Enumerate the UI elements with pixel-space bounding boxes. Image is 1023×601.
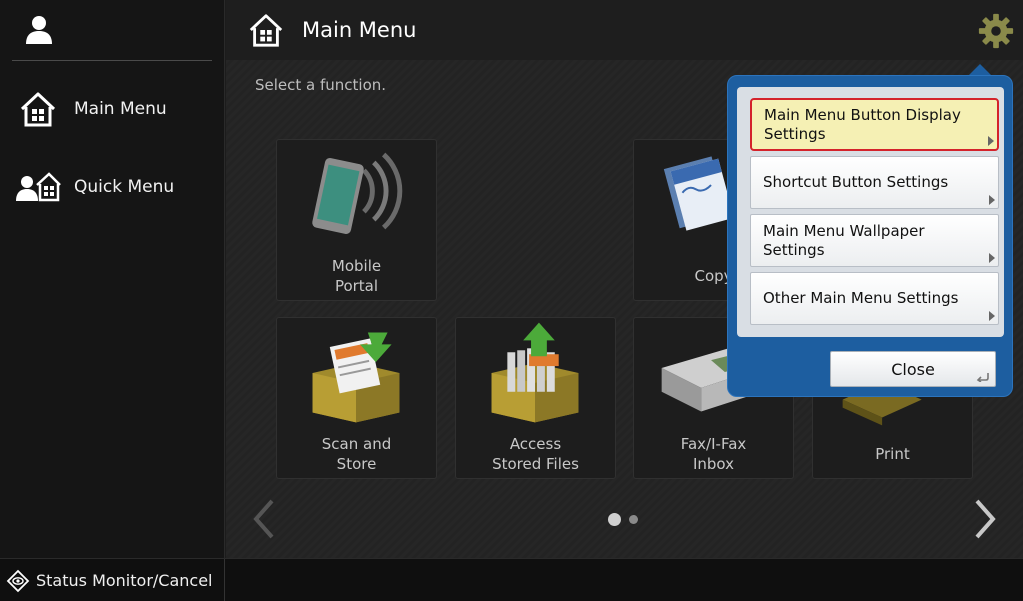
menu-item-label-line: Settings	[764, 124, 826, 143]
menu-item-label: Shortcut Button Settings	[763, 173, 949, 191]
user-area[interactable]	[0, 0, 224, 60]
scan-store-icon	[312, 332, 400, 423]
home-icon	[246, 10, 286, 50]
return-arrow-icon	[976, 373, 989, 382]
header: Main Menu	[226, 0, 1023, 60]
menu-item-label: Main Menu Button Display Settings	[764, 106, 961, 144]
tile-scan-and-store[interactable]: Scan and Store	[276, 317, 437, 479]
tile-label: Scan and	[321, 435, 392, 453]
sidebar-item-label: Main Menu	[74, 99, 167, 119]
menu-item-label: Other Main Menu Settings	[763, 289, 959, 307]
quick-menu-icon	[14, 163, 62, 211]
sidebar-item-main-menu[interactable]: Main Menu	[0, 78, 224, 140]
tile-label: Mobile	[331, 257, 382, 275]
tile-label: Access	[509, 435, 562, 453]
sidebar: Main Menu Quick Menu	[0, 0, 225, 558]
tile-label: Inbox	[692, 455, 735, 473]
status-monitor-cancel-button[interactable]: Status Monitor/Cancel	[0, 559, 225, 601]
status-monitor-label: Status Monitor/Cancel	[36, 571, 213, 590]
menu-item-main-menu-wallpaper-settings[interactable]: Main Menu Wallpaper Settings	[750, 214, 999, 267]
menu-item-other-main-menu-settings[interactable]: Other Main Menu Settings	[750, 272, 999, 325]
menu-item-label: Main Menu Wallpaper Settings	[763, 221, 925, 259]
settings-menu-list: Main Menu Button Display Settings Shortc…	[737, 87, 1004, 337]
chevron-right-icon[interactable]	[971, 497, 1001, 541]
tile-mobile-portal[interactable]: Mobile Portal	[276, 139, 437, 301]
tile-label: Print	[875, 445, 910, 463]
page-title: Main Menu	[302, 18, 417, 42]
sidebar-divider	[12, 60, 212, 61]
status-monitor-icon	[6, 569, 30, 592]
access-files-icon	[491, 322, 579, 423]
sidebar-item-quick-menu[interactable]: Quick Menu	[0, 156, 224, 218]
instruction-text: Select a function.	[255, 76, 387, 94]
page-dot-active	[608, 513, 621, 526]
tile-label: Store	[336, 455, 377, 473]
status-bar: Status Monitor/Cancel	[0, 558, 1023, 601]
close-button[interactable]: Close	[830, 351, 996, 387]
home-icon	[14, 85, 62, 133]
close-button-label: Close	[891, 359, 935, 379]
chevron-left-icon[interactable]	[248, 497, 278, 541]
corner-arrow-icon	[988, 136, 994, 146]
corner-arrow-icon	[989, 253, 995, 263]
tile-label: Fax/I-Fax	[680, 435, 747, 453]
tile-label: Portal	[334, 277, 379, 295]
gear-icon[interactable]	[977, 12, 1015, 50]
tile-label: Stored Files	[492, 455, 579, 473]
page-dot	[629, 515, 638, 524]
user-icon[interactable]	[22, 13, 56, 47]
corner-arrow-icon	[989, 311, 995, 321]
menu-item-shortcut-button-settings[interactable]: Shortcut Button Settings	[750, 156, 999, 209]
sidebar-item-label: Quick Menu	[74, 177, 175, 197]
menu-item-label-line: Main Menu Button Display	[764, 105, 961, 124]
mobile-portal-icon	[312, 152, 403, 234]
settings-popup: Main Menu Button Display Settings Shortc…	[727, 75, 1013, 397]
page-indicator	[608, 513, 638, 526]
corner-arrow-icon	[989, 195, 995, 205]
menu-item-main-menu-button-display-settings[interactable]: Main Menu Button Display Settings	[750, 98, 999, 151]
tile-access-stored-files[interactable]: Access Stored Files	[455, 317, 616, 479]
